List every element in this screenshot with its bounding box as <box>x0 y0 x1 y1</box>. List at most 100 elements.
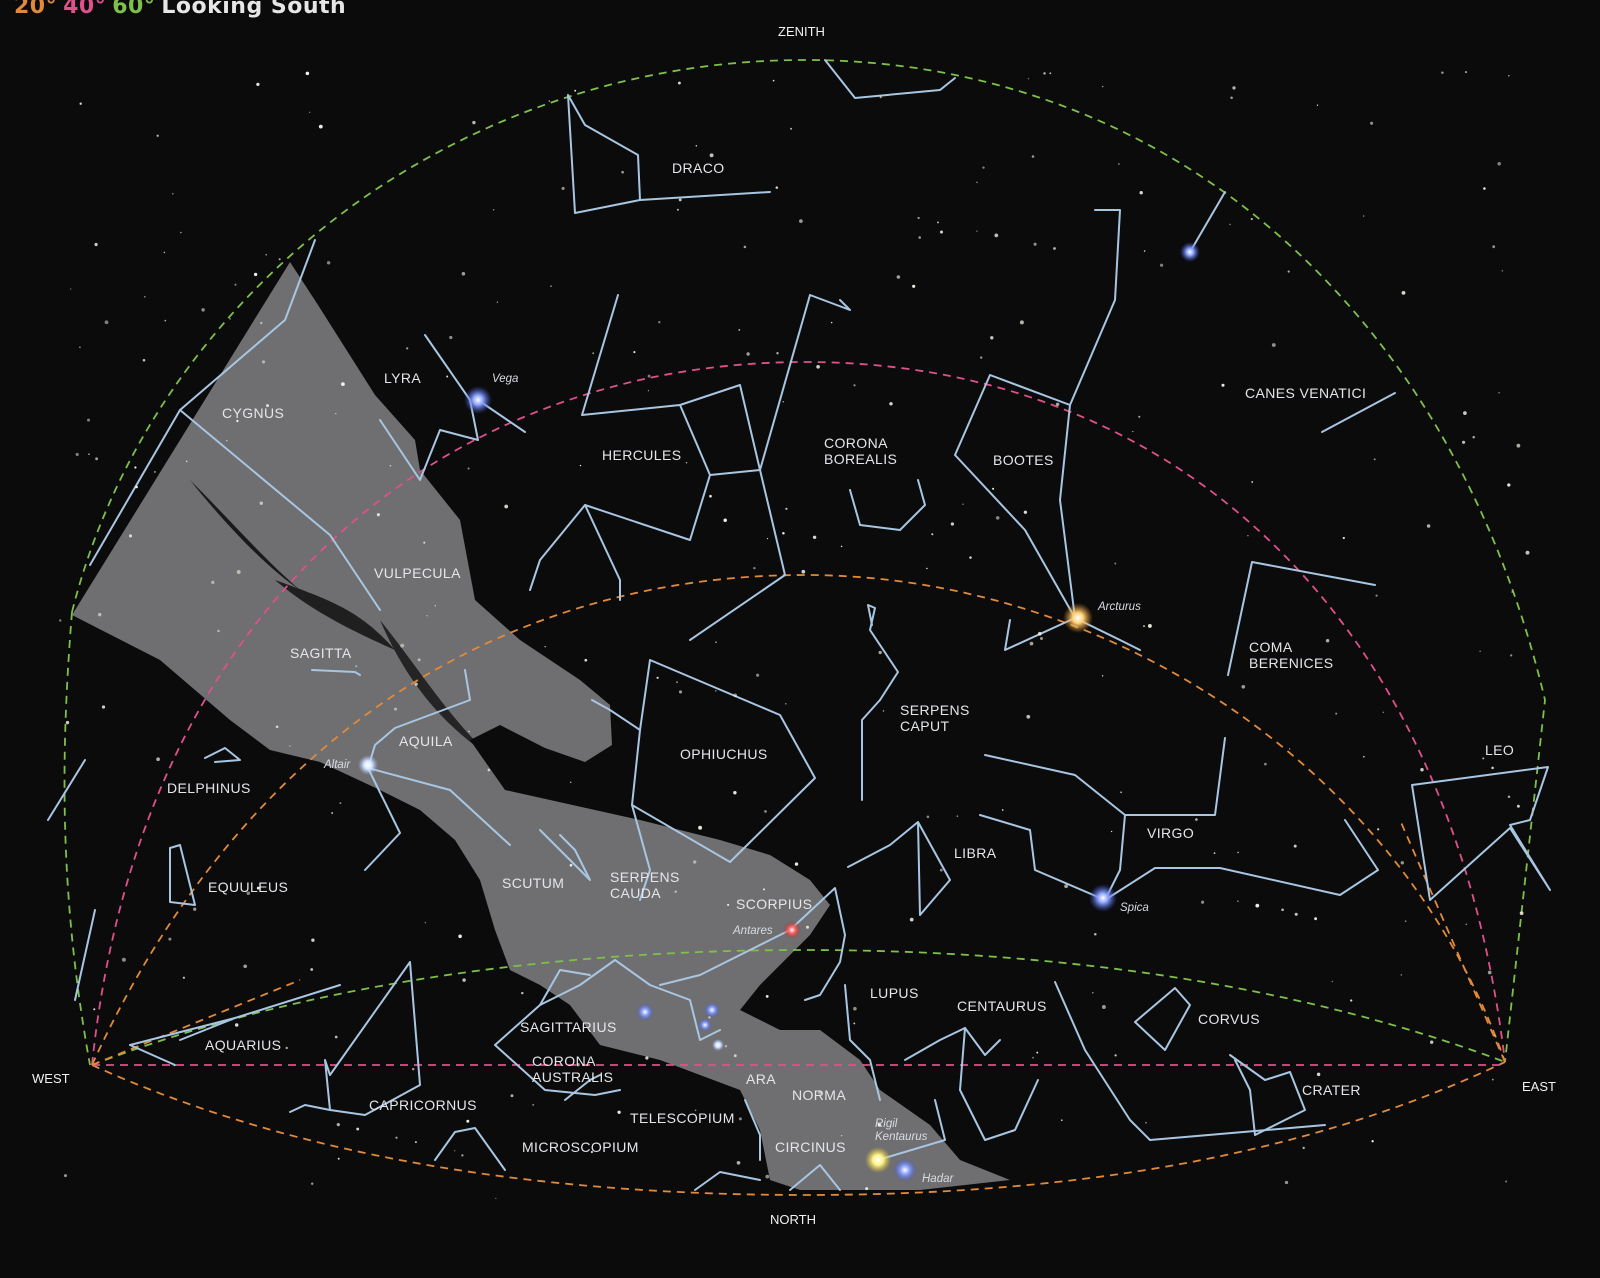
background-star <box>1264 762 1267 766</box>
background-star <box>1302 1146 1305 1150</box>
west-label: WEST <box>32 1071 70 1086</box>
label-hercules: HERCULES <box>602 447 681 463</box>
background-star <box>104 320 109 325</box>
label-crater: CRATER <box>1302 1082 1361 1098</box>
virgo-lines-2 <box>1104 814 1379 901</box>
background-star <box>467 467 470 470</box>
label-serpens-caput-1: SERPENS <box>900 702 970 718</box>
background-star <box>1294 912 1298 916</box>
background-star <box>226 440 228 442</box>
background-star <box>135 485 138 489</box>
label-scutum: SCUTUM <box>502 875 564 891</box>
background-star <box>395 1136 398 1139</box>
background-star <box>1430 1040 1434 1044</box>
background-star <box>569 863 573 867</box>
background-star <box>939 230 944 234</box>
background-star <box>1201 900 1205 904</box>
background-star <box>853 384 856 387</box>
background-star <box>1505 1180 1508 1183</box>
background-star <box>454 1150 456 1152</box>
background-star <box>727 903 730 906</box>
label-corona-australis-1: CORONA <box>532 1053 596 1069</box>
background-star <box>733 791 737 795</box>
label-scorpius: SCORPIUS <box>736 896 812 912</box>
background-star <box>376 513 380 517</box>
label-corona-borealis-1: CORONA <box>824 435 888 451</box>
background-star <box>58 619 62 622</box>
background-star <box>579 464 582 467</box>
draco-lines <box>567 94 641 214</box>
background-star <box>918 236 921 239</box>
background-star <box>830 321 833 324</box>
label-vega: Vega <box>492 373 518 385</box>
background-star <box>1465 923 1468 926</box>
background-star <box>772 79 775 82</box>
background-star <box>1325 638 1330 643</box>
background-star <box>1271 343 1276 347</box>
background-star <box>812 535 817 540</box>
background-star <box>93 1008 96 1011</box>
background-star <box>1335 712 1338 715</box>
background-star <box>331 812 334 814</box>
serpens-caput-lines-2 <box>861 699 881 801</box>
label-norma: NORMA <box>792 1087 846 1103</box>
background-star <box>1479 650 1481 652</box>
label-lupus: LUPUS <box>870 985 919 1001</box>
virgo-lines <box>984 737 1226 816</box>
background-star <box>647 374 651 378</box>
background-star <box>756 673 760 677</box>
background-star <box>763 888 765 891</box>
microscopium-lines <box>434 1127 506 1171</box>
background-star <box>472 120 476 125</box>
background-star <box>782 401 784 403</box>
background-star <box>156 757 160 762</box>
background-star <box>736 1160 741 1165</box>
label-virgo: VIRGO <box>1147 825 1194 841</box>
background-star <box>1404 920 1407 922</box>
star-chart: 20° 40° 60° Looking South ZENITH WEST EAST … <box>14 0 1556 1227</box>
hercules-lines-3 <box>529 474 711 591</box>
background-star <box>1492 245 1496 249</box>
label-serpens-cauda-1: SERPENS <box>610 869 680 885</box>
label-bootes: BOOTES <box>993 452 1054 468</box>
background-star <box>462 978 466 982</box>
background-star <box>1221 383 1225 387</box>
background-star <box>1040 637 1043 640</box>
background-star <box>414 682 418 686</box>
background-star <box>1230 96 1233 99</box>
background-star <box>1507 795 1511 798</box>
background-star <box>414 1141 417 1144</box>
background-star <box>548 100 550 102</box>
background-star <box>1139 191 1143 195</box>
background-star <box>1120 791 1123 794</box>
background-star <box>956 815 959 817</box>
background-star <box>865 1187 869 1191</box>
vega-star <box>464 386 492 414</box>
background-star <box>1420 767 1424 772</box>
background-star <box>1145 1122 1147 1124</box>
background-star <box>931 533 934 536</box>
background-star <box>677 81 681 85</box>
bootes-lines <box>954 209 1121 651</box>
background-star <box>1064 884 1068 889</box>
background-star <box>256 82 260 87</box>
background-star <box>1400 861 1405 865</box>
background-star <box>88 453 90 456</box>
background-star <box>495 1197 497 1200</box>
background-star <box>1331 980 1334 983</box>
background-star <box>1055 402 1060 407</box>
background-star <box>1101 85 1104 88</box>
background-star <box>1001 809 1004 811</box>
background-star <box>142 358 146 362</box>
label-rigil-2: Kentaurus <box>875 1131 928 1143</box>
label-corvus: CORVUS <box>1198 1011 1260 1027</box>
background-star <box>458 934 462 939</box>
background-star <box>217 629 220 633</box>
background-star <box>633 351 636 354</box>
background-star <box>79 346 81 348</box>
background-star <box>308 111 311 114</box>
spica-star <box>1089 884 1117 912</box>
background-star <box>1251 481 1254 483</box>
background-star <box>1033 242 1037 246</box>
background-star <box>733 693 738 698</box>
